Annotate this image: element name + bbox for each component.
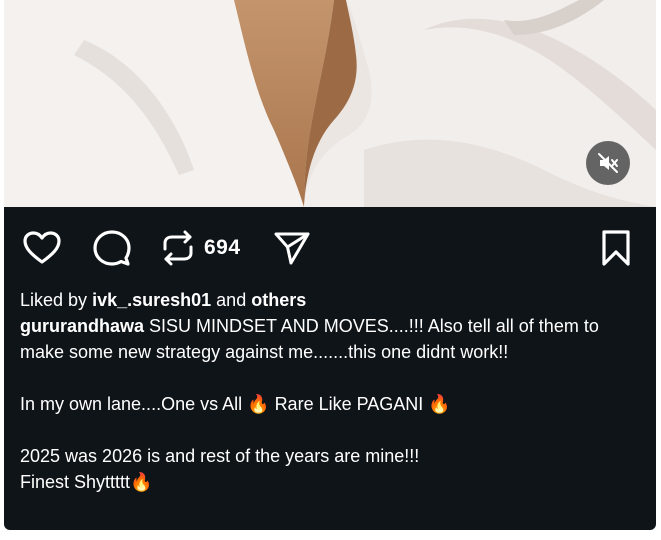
share-icon: [274, 232, 310, 265]
post-card: 694 Liked by ivk_.suresh01 and others gu…: [4, 0, 656, 530]
liked-by-user-link[interactable]: ivk_.suresh01: [92, 290, 211, 310]
share-button[interactable]: [272, 228, 312, 268]
fire-emoji-icon: 🔥: [130, 472, 153, 492]
caption-paragraph-2: In my own lane....One vs All 🔥 Rare Like…: [20, 391, 640, 417]
caption-text-4: Finest Shyttttt: [20, 472, 131, 492]
caption-text-2a: In my own lane....One vs All: [20, 394, 243, 414]
fire-emoji-icon: 🔥: [428, 394, 451, 414]
repost-count: 694: [204, 236, 241, 259]
caption-text-2b: Rare Like PAGANI: [274, 394, 424, 414]
liked-by-others-link[interactable]: others: [251, 290, 306, 310]
repost-icon: [163, 230, 193, 266]
liked-by-line: Liked by ivk_.suresh01 and others: [20, 287, 640, 313]
repost-button[interactable]: 694: [160, 228, 241, 268]
heart-icon: [23, 231, 61, 264]
save-button[interactable]: [600, 228, 632, 268]
caption-text-3: 2025 was 2026 is and rest of the years a…: [20, 446, 420, 466]
mute-toggle-button[interactable]: [586, 141, 630, 185]
caption-paragraph-4: Finest Shyttttt🔥: [20, 469, 640, 495]
fire-emoji-icon: 🔥: [247, 394, 270, 414]
comment-icon: [93, 230, 131, 266]
like-button[interactable]: [22, 228, 62, 268]
post-video[interactable]: [4, 0, 656, 207]
post-caption-area: Liked by ivk_.suresh01 and others gurura…: [20, 287, 640, 495]
video-frame-graphic: [4, 0, 656, 207]
comment-button[interactable]: [92, 228, 132, 268]
caption-paragraph-1: gururandhawa SISU MINDSET AND MOVES....!…: [20, 313, 640, 365]
bookmark-icon: [602, 230, 630, 266]
action-bar: 694: [4, 208, 656, 290]
muted-speaker-icon: [598, 153, 618, 173]
liked-by-connector: and: [216, 290, 247, 310]
caption-username-link[interactable]: gururandhawa: [20, 316, 144, 336]
liked-by-prefix: Liked by: [20, 290, 88, 310]
